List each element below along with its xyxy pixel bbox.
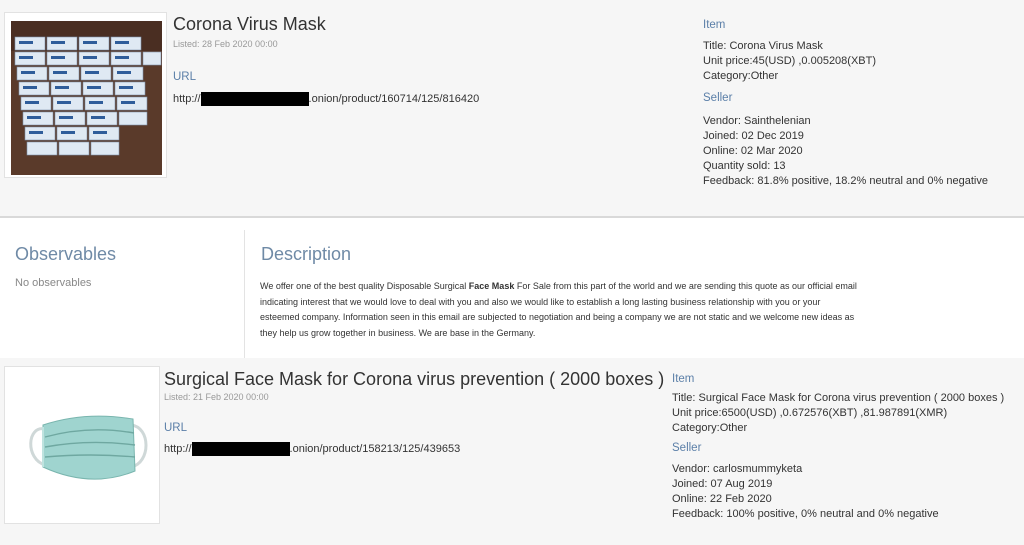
product-image-surgical-mask[interactable] [4,366,160,524]
description-title: Description [261,244,352,264]
url-label: URL [173,71,197,83]
seller-feedback-line: Feedback: 100% positive, 0% neutral and … [672,508,939,520]
seller-joined-line: Joined: 02 Dec 2019 [703,130,804,142]
seller-vendor-line: Vendor: Sainthelenian [703,115,811,127]
seller-vendor-line: Vendor: carlosmummyketa [672,463,803,475]
product-image-mask-boxes[interactable] [4,12,167,178]
listing-card-1: Corona Virus Mask Listed: 28 Feb 2020 00… [0,0,1024,218]
seller-feedback-line: Feedback: 81.8% positive, 18.2% neutral … [703,175,988,187]
description-text: We offer one of the best quality Disposa… [260,279,860,341]
redacted-domain [191,442,290,456]
listing-url[interactable]: http:// .onion/product/160714/125/816420 [173,92,479,106]
url-path: .onion/product/160714/125/816420 [308,92,480,105]
seller-details: Vendor: carlosmummyketa Joined: 07 Aug 2… [672,462,939,522]
item-details: Title: Surgical Face Mask for Corona vir… [672,391,1004,436]
seller-online-line: Online: 02 Mar 2020 [703,145,803,157]
item-title-line: Title: Corona Virus Mask [703,40,823,52]
seller-section-label: Seller [703,92,733,104]
item-category-line: Category:Other [703,70,779,82]
listed-date: Listed: 21 Feb 2020 00:00 [164,392,269,402]
url-path: .onion/product/158213/125/439653 [289,442,461,455]
url-label: URL [164,422,188,434]
no-observables-text: No observables [15,277,92,289]
seller-online-line: Online: 22 Feb 2020 [672,493,772,505]
seller-joined-line: Joined: 07 Aug 2019 [672,478,773,490]
description-bold: Face Mask [468,281,515,291]
description-part-1: We offer one of the best quality Disposa… [260,281,469,291]
seller-section-label: Seller [672,442,702,454]
listing-title[interactable]: Corona Virus Mask [173,14,326,35]
item-price-line: Unit price:45(USD) ,0.005208(XBT) [703,55,877,67]
listing-card-2: Surgical Face Mask for Corona virus prev… [0,358,1024,545]
item-section-label: Item [703,19,726,31]
item-category-line: Category:Other [672,422,748,434]
mask-boxes-image [11,21,162,175]
seller-sold-line: Quantity sold: 13 [703,160,786,172]
redacted-domain [200,92,309,106]
observables-title: Observables [15,244,117,264]
listing-title[interactable]: Surgical Face Mask for Corona virus prev… [164,369,664,390]
listed-date: Listed: 28 Feb 2020 00:00 [173,39,278,49]
item-price-line: Unit price:6500(USD) ,0.672576(XBT) ,81.… [672,407,948,419]
item-section-label: Item [672,373,695,385]
observables-panel: Observables No observables [0,230,245,358]
url-prefix: http:// [164,442,192,455]
item-details: Title: Corona Virus Mask Unit price:45(U… [703,39,876,84]
listing-url[interactable]: http:// .onion/product/158213/125/439653 [164,442,460,456]
seller-details: Vendor: Sainthelenian Joined: 02 Dec 201… [703,114,988,189]
surgical-mask-image [29,415,148,480]
item-title-line: Title: Surgical Face Mask for Corona vir… [672,392,1005,404]
url-prefix: http:// [173,92,201,105]
